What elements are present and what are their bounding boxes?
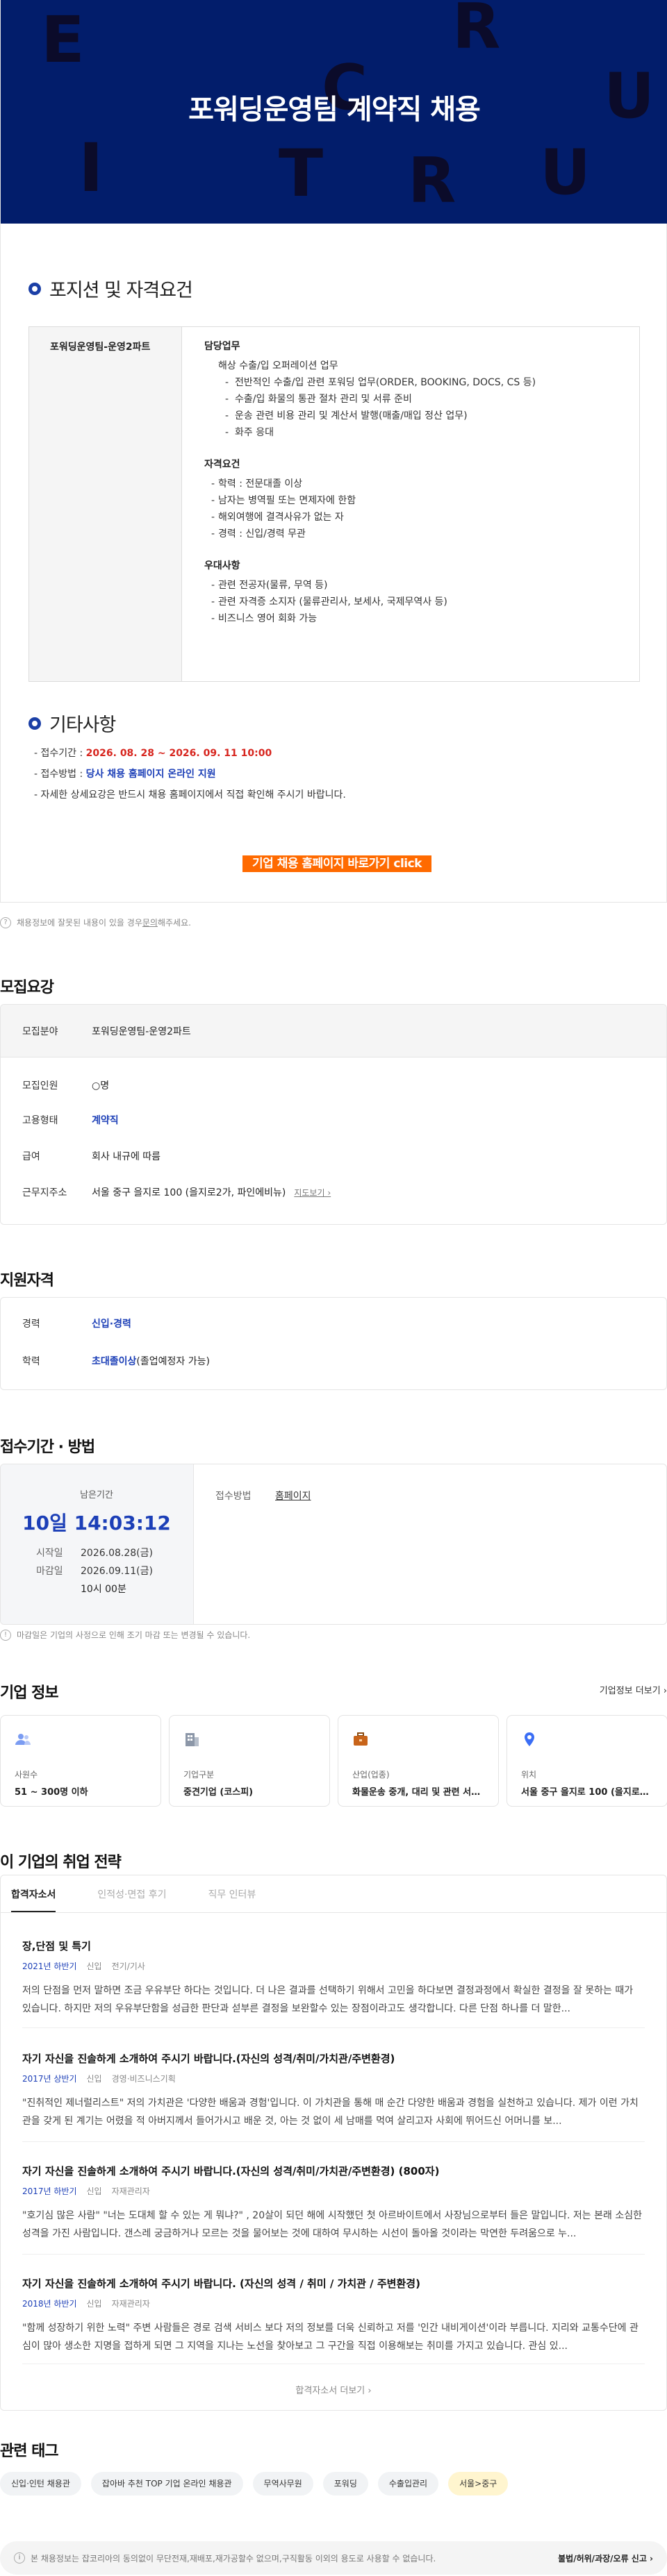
position-section-title: 포지션 및 자격요건	[28, 275, 193, 302]
end-date: 마감일 2026.09.11(금)	[36, 1566, 153, 1577]
detail-row: 자세한 상세요강은 반드시 채용 홈페이지에서 직접 확인해 주시기 바랍니다.	[34, 785, 346, 805]
article-item[interactable]: 장,단점 및 특기 2021년 하반기 신입 전기/기사 저의 단점을 먼저 말하면…	[22, 1939, 645, 2018]
preference-item: 관련 전공자(물류, 무역 등)	[204, 577, 621, 594]
tags-title: 관련 태그	[0, 2443, 59, 2460]
qualify-box	[0, 1297, 667, 1390]
apply-method: 접수방법 홈페이지	[215, 1489, 311, 1503]
etc-section-title: 기타사항	[28, 710, 116, 737]
bullet-ring-icon	[28, 282, 41, 295]
article-item[interactable]: 자기 자신을 진솔하게 소개하여 주시기 바랍니다. (자신의 성격 / 취미 …	[22, 2276, 645, 2355]
tab-interview-review[interactable]: 인적성·면접 후기	[97, 1887, 166, 1913]
salary: 급여 회사 내규에 따름	[22, 1151, 161, 1162]
article-divider	[22, 2027, 645, 2028]
article-divider	[22, 2254, 645, 2255]
duty-item: 해상 수출/입 오퍼레이션 업무	[218, 360, 338, 371]
duty-item: 화주 응대	[204, 424, 621, 441]
preference-title: 우대사항	[204, 560, 240, 571]
article-item[interactable]: 자기 자신을 진솔하게 소개하여 주시기 바랍니다.(자신의 성격/취미/가치관…	[22, 2051, 645, 2130]
hero-bg-letter: I	[79, 129, 104, 207]
tag-chip[interactable]: 포워딩	[322, 2472, 368, 2495]
info-icon: i	[14, 2552, 25, 2564]
strategy-title: 이 기업의 취업 전략	[0, 1854, 122, 1871]
apply-title: 접수기간 · 방법	[0, 1439, 95, 1456]
tab-job-interview[interactable]: 직무 인터뷰	[208, 1887, 256, 1913]
tag-list: 신입·인턴 채용관 잡아바 추천 TOP 기업 온라인 채용관 무역사무원 포워…	[0, 2472, 518, 2495]
position-detail: 담당업무 해상 수출/입 오퍼레이션 업무 전반적인 수출/입 관련 포워딩 업…	[204, 338, 621, 627]
job-posting-card: E R C U I T R U 포워딩운영팀 계약직 채용 포지션 및 자격요건…	[0, 0, 667, 903]
hero-bg-letter: U	[540, 136, 591, 209]
requirement-item: 경력 : 신입/경력 무관	[204, 526, 621, 542]
end-time: 10시 00분	[81, 1584, 126, 1595]
company-title: 기업 정보	[0, 1684, 59, 1702]
team-label: 포워딩운영팀-운영2파트	[50, 342, 151, 353]
remain-label: 남은기간	[80, 1490, 113, 1500]
duty-item: 수출/입 화물의 통관 절차 관리 및 서류 준비	[204, 391, 621, 408]
method-row: 접수방법 : 당사 채용 홈페이지 온라인 지원	[34, 764, 346, 785]
map-view-link[interactable]: 지도보기 ›	[294, 1187, 331, 1198]
briefcase-icon	[354, 1732, 368, 1746]
recruit-field: 모집분야 포워딩운영팀-운영2파트	[22, 1026, 191, 1037]
tab-cover-letter[interactable]: 합격자소서	[11, 1887, 56, 1913]
tag-chip[interactable]: 잡아바 추천 TOP 기업 온라인 채용관	[90, 2472, 243, 2495]
remain-timer: 10일 14:03:12	[22, 1512, 171, 1534]
article-divider	[22, 2141, 645, 2142]
method-value: 당사 채용 홈페이지 온라인 지원	[85, 769, 216, 780]
strategy-tabs: 합격자소서 인적성·면접 후기 직무 인터뷰	[11, 1887, 297, 1913]
work-address: 근무지주소 서울 중구 을지로 100 (을지로2가, 파인에비뉴) 지도보기 ›	[22, 1187, 331, 1198]
start-date: 시작일 2026.08.28(금)	[36, 1548, 153, 1559]
hero-bg-letter: E	[41, 3, 85, 77]
deadline-notice: ! 마감일은 기업의 사정으로 인해 조기 마감 또는 변경될 수 있습니다.	[0, 1629, 250, 1641]
education: 학력 초대졸이상 (졸업예정자 가능)	[22, 1356, 210, 1367]
bullet-ring-icon	[28, 717, 41, 730]
hero-bg-letter: R	[408, 144, 456, 217]
period-row: 접수기간 : 2026. 08. 28 ~ 2026. 09. 11 10:00	[34, 743, 346, 764]
duty-item: 운송 관련 비용 관리 및 계산서 발행(매출/매입 정산 업무)	[204, 408, 621, 424]
article-item[interactable]: 자기 자신을 진솔하게 소개하여 주시기 바랍니다.(자신의 성격/취미/가치관…	[22, 2164, 645, 2243]
building-icon	[186, 1733, 199, 1746]
report-link[interactable]: 불법/허위/과장/오류 신고 ›	[558, 2552, 653, 2564]
duty-title: 담당업무	[204, 341, 240, 352]
hero-banner: E R C U I T R U 포워딩운영팀 계약직 채용	[1, 0, 667, 224]
period-value: 2026. 08. 28 ~ 2026. 09. 11 10:00	[85, 748, 272, 759]
tag-chip[interactable]: 서울>중구	[448, 2472, 509, 2495]
company-homepage-link[interactable]: 기업 채용 홈페이지 바로가기 click	[242, 855, 431, 872]
report-notice: ? 채용정보에 잘못된 내용이 있을 경우 문의 해주세요.	[0, 917, 191, 928]
requirement-item: 남자는 병역필 또는 면제자에 한함	[204, 492, 621, 509]
preference-item: 관련 자격증 소지자 (물류관리사, 보세사, 국제무역사 등)	[204, 594, 621, 610]
career: 경력 신입·경력	[22, 1319, 131, 1330]
homepage-link[interactable]: 홈페이지	[275, 1489, 311, 1503]
company-card-employees: 사원수 51 ~ 300명 이하	[0, 1715, 161, 1807]
location-pin-icon	[525, 1732, 534, 1746]
info-icon: !	[0, 1629, 11, 1641]
hero-bg-letter: T	[279, 136, 324, 212]
tab-divider	[0, 1912, 667, 1913]
tag-chip[interactable]: 수출입관리	[377, 2472, 439, 2495]
qualify-title: 지원자격	[0, 1272, 54, 1289]
people-icon	[15, 1734, 31, 1745]
requirement-item: 학력 : 전문대졸 이상	[204, 476, 621, 492]
recruit-count: 모집인원 ○명	[22, 1080, 110, 1092]
tag-chip[interactable]: 신입·인턴 채용관	[0, 2472, 81, 2495]
position-box: 포워딩운영팀-운영2파트 담당업무 해상 수출/입 오퍼레이션 업무 전반적인 …	[28, 326, 640, 682]
position-team-cell: 포워딩운영팀-운영2파트	[29, 327, 182, 681]
hero-bg-letter: R	[452, 0, 501, 63]
company-card-type: 기업구분 중견기업 (코스피)	[169, 1715, 330, 1807]
question-icon: ?	[0, 917, 11, 928]
requirement-title: 자격요건	[204, 459, 240, 470]
employment-type: 고용형태 계약직	[22, 1115, 119, 1126]
hero-title: 포워딩운영팀 계약직 채용	[188, 94, 481, 126]
cover-letter-more-link[interactable]: 합격자소서 더보기 ›	[0, 2383, 667, 2396]
company-card-location: 위치 서울 중구 을지로 100 (을지로2가, 파인에비뉴)	[507, 1715, 667, 1807]
requirement-item: 해외여행에 결격사유가 없는 자	[204, 509, 621, 526]
tag-chip[interactable]: 무역사무원	[252, 2472, 313, 2495]
inquiry-link[interactable]: 문의	[142, 917, 158, 928]
duty-item: 전반적인 수출/입 관련 포워딩 업무(ORDER, BOOKING, DOCS…	[204, 374, 621, 391]
preference-item: 비즈니스 영어 회화 가능	[204, 610, 621, 627]
company-more-link[interactable]: 기업정보 더보기 ›	[600, 1683, 667, 1696]
recruit-title: 모집요강	[0, 979, 54, 996]
company-card-industry: 산업(업종) 화물운송 중개, 대리 및 관련 서비스업	[338, 1715, 499, 1807]
copyright-bar: i 본 채용정보는 잡코리아의 동의없이 무단전재,재배포,재가공할수 없으며,…	[0, 2541, 667, 2575]
page: E R C U I T R U 포워딩운영팀 계약직 채용 포지션 및 자격요건…	[0, 0, 667, 2576]
etc-list: 접수기간 : 2026. 08. 28 ~ 2026. 09. 11 10:00…	[34, 743, 346, 805]
